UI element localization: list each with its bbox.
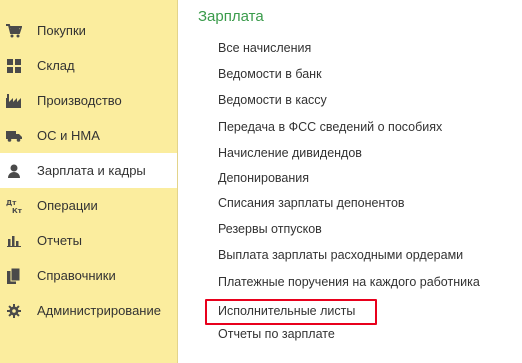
truck-icon <box>6 128 22 144</box>
sidebar-item-cutoff[interactable] <box>0 0 177 6</box>
warehouse-grid-icon <box>6 58 22 74</box>
sidebar-item-label: Зарплата и кадры <box>37 163 146 178</box>
gear-icon <box>6 303 22 319</box>
sidebar-item-label: Склад <box>37 58 75 73</box>
sidebar-item-label: Администрирование <box>37 303 161 318</box>
sidebar-item-reports[interactable]: Отчеты <box>0 223 177 258</box>
link-vacation-reserves[interactable]: Резервы отпусков <box>218 222 322 236</box>
link-cash-statements[interactable]: Ведомости в кассу <box>218 93 327 107</box>
link-fss-transfer[interactable]: Передача в ФСС сведений о пособиях <box>218 120 442 134</box>
link-payment-orders-per-employee[interactable]: Платежные поручения на каждого работника <box>218 275 480 289</box>
highlight-box <box>205 299 377 325</box>
sidebar-item-fixed-assets[interactable]: ОС и НМА <box>0 118 177 153</box>
sidebar: Покупки Склад Производство ОС и НМА Зарп… <box>0 0 178 363</box>
link-deposits[interactable]: Депонирования <box>218 171 309 185</box>
sidebar-item-references[interactable]: Справочники <box>0 258 177 293</box>
sidebar-item-label: Производство <box>37 93 122 108</box>
section-title: Зарплата <box>198 8 264 25</box>
factory-icon <box>6 93 22 109</box>
sidebar-item-production[interactable]: Производство <box>0 83 177 118</box>
sidebar-item-purchases[interactable]: Покупки <box>0 13 177 48</box>
sidebar-item-label: Справочники <box>37 268 116 283</box>
svg-text:Кт: Кт <box>12 207 22 214</box>
sidebar-item-salary-hr[interactable]: Зарплата и кадры <box>0 153 177 188</box>
sidebar-item-label: Покупки <box>37 23 86 38</box>
books-icon <box>6 267 22 284</box>
sidebar-item-operations[interactable]: Дт Кт Операции <box>0 188 177 223</box>
link-cash-order-payouts[interactable]: Выплата зарплаты расходными ордерами <box>218 248 463 262</box>
link-salary-reports[interactable]: Отчеты по зарплате <box>218 327 335 341</box>
sidebar-item-label: Отчеты <box>37 233 82 248</box>
link-bank-statements[interactable]: Ведомости в банк <box>218 67 322 81</box>
debit-credit-icon: Дт Кт <box>6 198 22 214</box>
sidebar-item-administration[interactable]: Администрирование <box>0 293 177 328</box>
sidebar-item-warehouse[interactable]: Склад <box>0 48 177 83</box>
bar-chart-icon <box>6 233 22 249</box>
shopping-cart-icon <box>6 23 22 39</box>
sidebar-item-label: Операции <box>37 198 98 213</box>
link-dividends[interactable]: Начисление дивидендов <box>218 146 362 160</box>
sidebar-item-label: ОС и НМА <box>37 128 100 143</box>
person-icon <box>6 163 22 179</box>
link-deponent-writeoffs[interactable]: Списания зарплаты депонентов <box>218 196 405 210</box>
link-all-accruals[interactable]: Все начисления <box>218 41 311 55</box>
svg-text:Дт: Дт <box>6 199 17 207</box>
